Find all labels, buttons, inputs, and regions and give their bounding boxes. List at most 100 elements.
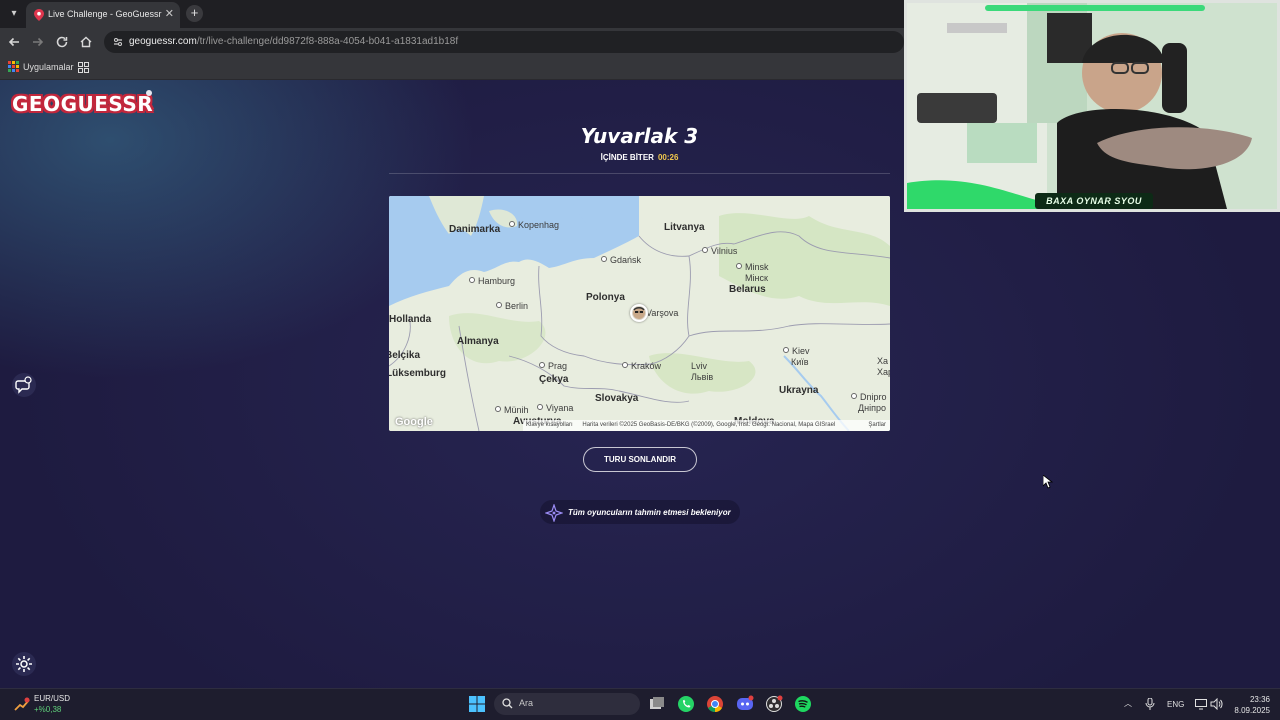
language-indicator[interactable]: ENG [1167,700,1184,709]
map-label-dnipro: Dnipro [851,392,887,402]
map-label-varsova: Varşova [646,308,679,318]
geoguessr-logo[interactable]: GEOGUESSR [12,90,154,118]
guess-map[interactable]: Danimarka Kopenhag Litvanya Vilnius Mins… [389,196,890,431]
spotify-icon[interactable] [794,695,812,713]
map-label-prag: Prag [539,361,567,371]
registered-mark-icon [146,90,152,96]
webcam-feed [907,3,1277,209]
system-clock[interactable]: 23:36 8.09.2025 [1228,694,1270,716]
clock-date: 8.09.2025 [1234,706,1270,715]
chart-trend-icon [14,697,30,711]
whatsapp-icon[interactable] [677,695,695,713]
new-tab-button[interactable]: + [186,5,203,22]
round-timer: İÇİNDE BİTER 00:26 [389,153,890,162]
geoguessr-favicon-icon [34,9,44,21]
tab-groups-grid-icon[interactable] [78,62,89,73]
home-icon[interactable] [78,34,94,50]
end-round-button[interactable]: TURU SONLANDIR [583,447,697,472]
map-label-lviv: Lviv [691,361,708,371]
timer-label: İÇİNDE BİTER [600,153,654,162]
forward-arrow-icon[interactable] [30,34,46,50]
widget-change: +%0,38 [34,705,62,714]
address-bar[interactable]: geoguessr.com/tr/live-challenge/dd9872f8… [104,31,904,53]
waiting-status: Tüm oyuncuların tahmin etmesi bekleniyor [540,500,740,524]
microphone-icon[interactable] [1145,698,1155,710]
player-avatar-marker[interactable] [630,304,648,322]
map-label-gdansk: Gdańsk [601,255,641,265]
terms-link[interactable]: Şartlar [868,420,886,431]
gear-icon [16,656,32,672]
url-path: /tr/live-challenge/dd9872f8-888a-4054-b0… [196,36,459,47]
search-placeholder: Ara [519,698,534,708]
map-label-danimarka: Danimarka [449,224,501,235]
map-label-kharkiv-cyrillic-partial: Хар [877,367,890,377]
search-icon [502,698,513,709]
chat-button[interactable] [12,373,36,397]
windows-start-icon[interactable] [469,696,485,712]
keyboard-shortcuts-link[interactable]: Klavye kısayolları [526,422,573,428]
webcam-overlay: BAXA OYNAR SYOU [904,0,1280,212]
map-label-cekya: Çekya [539,374,569,385]
map-label-belarus: Belarus [729,284,766,295]
map-label-minsk-cyrillic: Мінск [745,273,768,283]
widget-pair: EUR/USD [34,694,71,703]
map-data-credit: Harita verileri ©2025 GeoBasis-DE/BKG (©… [582,422,836,428]
map-label-dnipro-cyrillic: Дніпро [858,403,886,413]
map-label-luksemburg: Lüksemburg [389,368,447,379]
compass-pin-icon [545,504,563,522]
map-label-kopenhag: Kopenhag [509,220,559,230]
google-logo: Google [395,416,433,428]
bookmark-label: Uygulamalar [23,61,74,72]
webcam-top-bar [985,5,1205,11]
chat-bubble-icon [15,376,32,394]
map-attribution: Klavye kısayolları Harita verileri ©2025… [523,420,890,431]
avatar-face-icon [633,307,645,319]
map-label-vilnius: Vilnius [702,246,737,256]
volume-icon[interactable] [1210,698,1223,710]
round-title: Yuvarlak 3 [580,124,699,148]
map-label-minsk: Minsk [736,262,769,272]
map-label-belcika: Belçika [389,350,421,361]
map-label-krakow: Kraków [622,361,661,371]
logo-text: GEOGUESSR [12,92,154,116]
network-icon[interactable] [1195,698,1207,710]
obs-icon[interactable] [765,695,783,713]
map-label-viyana: Viyana [537,403,573,413]
map-label-kiev-cyrillic: Київ [791,357,809,367]
settings-button[interactable] [12,652,36,676]
map-label-munih: Münih [495,405,529,415]
timer-value: 00:26 [657,153,679,162]
site-settings-icon[interactable] [112,36,124,48]
map-label-hollanda: Hollanda [389,314,432,325]
browser-tab[interactable]: Live Challenge - GeoGuessr ✕ [26,2,180,28]
windows-taskbar: EUR/USD +%0,38 Ara ︿ ENG 23:36 8.09.2025 [0,688,1280,720]
mouse-cursor-icon [1043,475,1053,489]
taskbar-search[interactable]: Ara [494,693,640,715]
url-text: geoguessr.com/tr/live-challenge/dd9872f8… [129,36,458,47]
apps-icon [8,61,19,72]
map-label-almanya: Almanya [457,336,499,347]
map-label-lviv-cyrillic: Львів [691,372,714,382]
tray-overflow-chevron-icon[interactable]: ︿ [1124,698,1132,709]
tab-title: Live Challenge - GeoGuessr [48,9,162,19]
task-view-icon[interactable] [648,695,666,713]
url-domain: geoguessr.com [129,36,197,47]
reload-icon[interactable] [54,34,70,50]
waiting-text: Tüm oyuncuların tahmin etmesi bekleniyor [568,508,731,517]
map-label-berlin: Berlin [496,301,528,311]
map-label-kiev: Kiev [783,346,810,356]
chrome-icon[interactable] [706,695,724,713]
bookmark-apps[interactable]: Uygulamalar [8,61,74,72]
map-label-kharkiv-partial: Ха [877,356,889,366]
map-label-slovakya: Slovakya [595,393,639,404]
map-label-litvanya: Litvanya [664,222,705,233]
tab-list-chevron-icon[interactable]: ▾ [6,6,22,22]
tab-close-icon[interactable]: ✕ [165,7,174,20]
back-arrow-icon[interactable] [6,34,22,50]
webcam-name-label: BAXA OYNAR SYOU [1035,193,1153,209]
clock-time: 23:36 [1249,695,1270,704]
map-label-hamburg: Hamburg [469,276,515,286]
map-label-polonya: Polonya [586,292,625,303]
title-divider [389,173,890,174]
discord-icon[interactable] [736,695,754,713]
